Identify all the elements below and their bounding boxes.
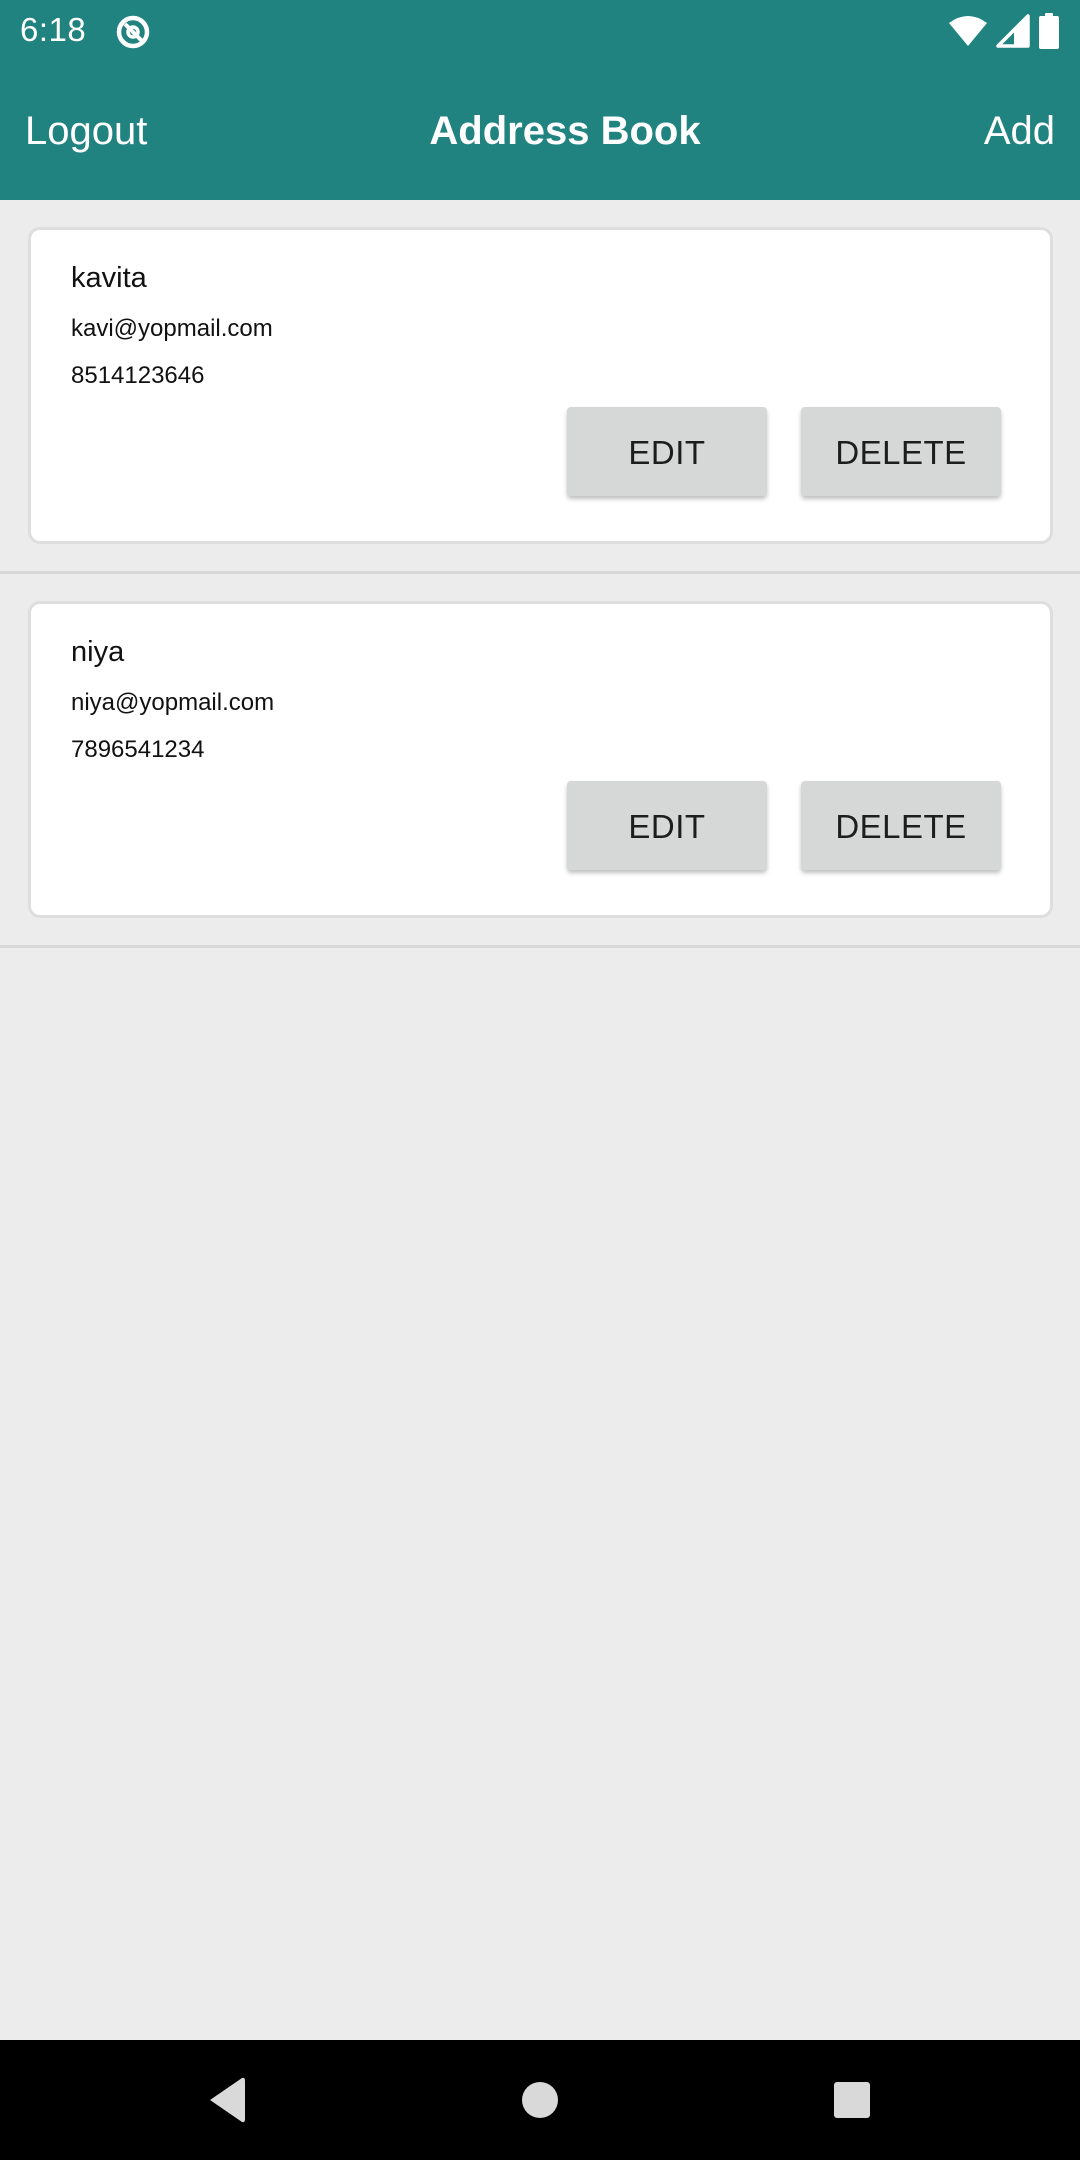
back-icon[interactable] — [196, 2070, 256, 2130]
navigation-bar — [0, 2040, 1080, 2160]
list-item: niya niya@yopmail.com 7896541234 EDIT DE… — [0, 574, 1080, 948]
app-bar: Logout Address Book Add — [0, 62, 1080, 200]
contact-name: niya — [71, 636, 125, 668]
app-notification-icon — [116, 15, 150, 49]
edit-button[interactable]: EDIT — [567, 781, 767, 870]
contact-phone: 7896541234 — [71, 736, 205, 763]
wifi-icon — [949, 16, 987, 46]
cellular-signal-icon — [996, 14, 1030, 48]
contact-name: kavita — [71, 262, 147, 294]
add-contact-button[interactable]: Add — [984, 62, 1055, 200]
delete-button[interactable]: DELETE — [801, 781, 1001, 870]
status-time: 6:18 — [20, 11, 87, 48]
contact-email: niya@yopmail.com — [71, 689, 275, 716]
status-bar: 6:18 — [0, 0, 1080, 62]
recents-icon[interactable] — [822, 2070, 882, 2130]
delete-button[interactable]: DELETE — [801, 407, 1001, 496]
contact-card: kavita kavi@yopmail.com 8514123646 EDIT … — [28, 227, 1053, 544]
status-icons — [948, 12, 1060, 50]
page-title: Address Book — [429, 109, 701, 153]
contact-email: kavi@yopmail.com — [71, 315, 273, 342]
edit-button[interactable]: EDIT — [567, 407, 767, 496]
home-icon[interactable] — [510, 2070, 570, 2130]
contact-card: niya niya@yopmail.com 7896541234 EDIT DE… — [28, 601, 1053, 918]
contact-list: kavita kavi@yopmail.com 8514123646 EDIT … — [0, 200, 1080, 948]
list-item: kavita kavi@yopmail.com 8514123646 EDIT … — [0, 200, 1080, 574]
battery-icon — [1039, 13, 1059, 49]
contact-phone: 8514123646 — [71, 362, 205, 389]
